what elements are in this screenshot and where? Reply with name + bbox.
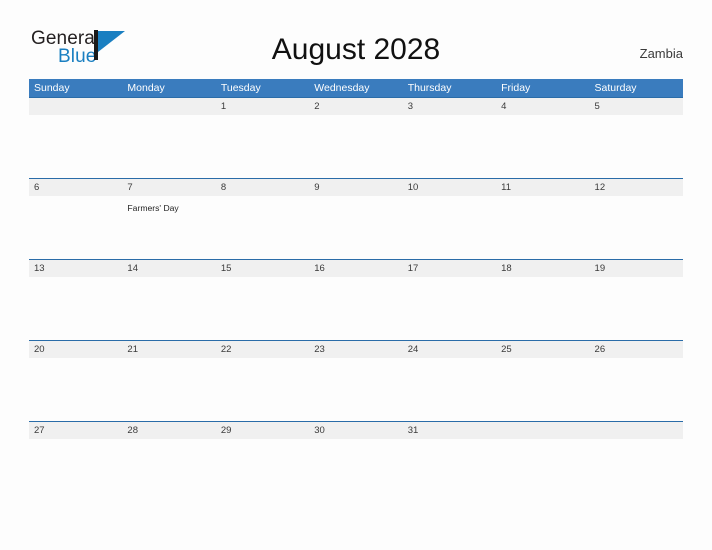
day-number-cell[interactable]: 25 — [496, 341, 589, 358]
day-number-cell[interactable]: 12 — [590, 179, 683, 196]
day-events-cell[interactable] — [216, 196, 309, 258]
day-events-cell[interactable] — [403, 277, 496, 339]
day-events-cell[interactable] — [216, 277, 309, 339]
day-events-cell[interactable] — [29, 358, 122, 420]
day-events-cell[interactable] — [216, 358, 309, 420]
day-number-cell[interactable]: 17 — [403, 260, 496, 277]
weekday-header-row: Sunday Monday Tuesday Wednesday Thursday… — [29, 79, 683, 97]
day-events-cell[interactable] — [122, 439, 215, 501]
day-events-cell[interactable] — [309, 196, 402, 258]
day-number-cell[interactable]: 20 — [29, 341, 122, 358]
day-number-cell[interactable]: 1 — [216, 98, 309, 115]
day-number-cell[interactable]: 30 — [309, 422, 402, 439]
day-number-cell[interactable]: 19 — [590, 260, 683, 277]
day-events-cell[interactable] — [496, 439, 589, 501]
calendar-week-row: 27 28 29 30 31 — [29, 421, 683, 502]
day-number-cell[interactable]: 27 — [29, 422, 122, 439]
day-events-cell[interactable] — [29, 277, 122, 339]
calendar-week-row: 1 2 3 4 5 — [29, 97, 683, 178]
day-events-cell[interactable] — [122, 277, 215, 339]
day-events-cell[interactable] — [496, 196, 589, 258]
day-number-cell[interactable]: 10 — [403, 179, 496, 196]
weekday-header-tuesday: Tuesday — [220, 82, 261, 94]
event-label: Farmers' Day — [127, 203, 179, 213]
week-events-band — [29, 439, 683, 501]
weekday-header-monday: Monday — [127, 82, 165, 94]
day-number-cell[interactable]: 4 — [496, 98, 589, 115]
day-number-cell[interactable]: 22 — [216, 341, 309, 358]
day-number-cell[interactable]: 6 — [29, 179, 122, 196]
day-number-cell[interactable]: 21 — [122, 341, 215, 358]
day-number-cell[interactable]: 14 — [122, 260, 215, 277]
day-events-cell[interactable] — [403, 439, 496, 501]
day-events-cell[interactable] — [403, 196, 496, 258]
day-number-cell[interactable] — [496, 422, 589, 439]
day-events-cell[interactable] — [29, 439, 122, 501]
day-events-cell[interactable] — [590, 196, 683, 258]
week-events-band: Farmers' Day — [29, 196, 683, 258]
week-events-band — [29, 277, 683, 339]
day-number-cell[interactable]: 11 — [496, 179, 589, 196]
weekday-header-saturday: Saturday — [594, 82, 637, 94]
day-events-cell[interactable] — [590, 439, 683, 501]
weekday-header-thursday: Thursday — [407, 82, 452, 94]
day-events-cell[interactable] — [496, 277, 589, 339]
day-number-cell[interactable] — [29, 98, 122, 115]
day-events-cell[interactable] — [29, 196, 122, 258]
day-number-cell[interactable]: 7 — [122, 179, 215, 196]
day-events-cell[interactable] — [309, 358, 402, 420]
day-number-cell[interactable] — [122, 98, 215, 115]
day-number-cell[interactable]: 18 — [496, 260, 589, 277]
day-number-cell[interactable]: 16 — [309, 260, 402, 277]
day-events-cell[interactable] — [309, 277, 402, 339]
day-events-cell[interactable] — [309, 439, 402, 501]
week-date-band: 1 2 3 4 5 — [29, 98, 683, 115]
weekday-header-wednesday: Wednesday — [314, 82, 370, 94]
day-number-cell[interactable]: 28 — [122, 422, 215, 439]
week-date-band: 20 21 22 23 24 25 26 — [29, 341, 683, 358]
day-number-cell[interactable]: 23 — [309, 341, 402, 358]
day-number-cell[interactable]: 31 — [403, 422, 496, 439]
day-number-cell[interactable]: 15 — [216, 260, 309, 277]
page-header: General Blue August 2028 Zambia — [0, 0, 712, 78]
day-events-cell[interactable] — [122, 358, 215, 420]
day-number-cell[interactable]: 24 — [403, 341, 496, 358]
day-number-cell[interactable]: 8 — [216, 179, 309, 196]
day-events-cell[interactable]: Farmers' Day — [122, 196, 215, 258]
weekday-header-sunday: Sunday — [34, 82, 70, 94]
day-number-cell[interactable]: 29 — [216, 422, 309, 439]
week-events-band — [29, 358, 683, 420]
day-number-cell[interactable]: 9 — [309, 179, 402, 196]
day-events-cell[interactable] — [403, 358, 496, 420]
day-events-cell[interactable] — [216, 115, 309, 177]
day-number-cell[interactable] — [590, 422, 683, 439]
day-events-cell[interactable] — [403, 115, 496, 177]
day-events-cell[interactable] — [590, 358, 683, 420]
day-events-cell[interactable] — [590, 277, 683, 339]
day-events-cell[interactable] — [122, 115, 215, 177]
day-events-cell[interactable] — [29, 115, 122, 177]
day-events-cell[interactable] — [590, 115, 683, 177]
weekday-header-friday: Friday — [501, 82, 531, 94]
day-events-cell[interactable] — [496, 115, 589, 177]
page-title: August 2028 — [271, 33, 441, 66]
calendar-week-row: 6 7 8 9 10 11 12 Farmers' Day — [29, 178, 683, 259]
day-number-cell[interactable]: 2 — [309, 98, 402, 115]
day-number-cell[interactable]: 5 — [590, 98, 683, 115]
day-number-cell[interactable]: 26 — [590, 341, 683, 358]
week-date-band: 13 14 15 16 17 18 19 — [29, 260, 683, 277]
day-number-cell[interactable]: 3 — [403, 98, 496, 115]
day-number-cell[interactable]: 13 — [29, 260, 122, 277]
calendar-week-row: 13 14 15 16 17 18 19 — [29, 259, 683, 340]
calendar-week-row: 20 21 22 23 24 25 26 — [29, 340, 683, 421]
day-events-cell[interactable] — [216, 439, 309, 501]
day-events-cell[interactable] — [309, 115, 402, 177]
calendar-grid: Sunday Monday Tuesday Wednesday Thursday… — [29, 79, 683, 502]
week-date-band: 6 7 8 9 10 11 12 — [29, 179, 683, 196]
country-label: Zambia — [639, 46, 683, 61]
week-events-band — [29, 115, 683, 177]
day-events-cell[interactable] — [496, 358, 589, 420]
week-date-band: 27 28 29 30 31 — [29, 422, 683, 439]
